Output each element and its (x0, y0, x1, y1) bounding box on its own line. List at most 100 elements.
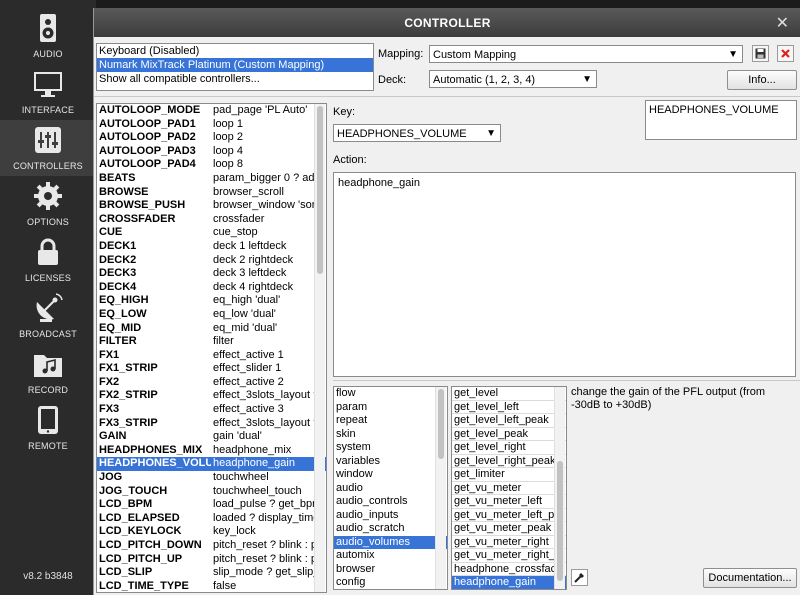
table-row[interactable]: EQ_LOW eq_low 'dual' (97, 308, 326, 322)
list-item[interactable]: param (334, 401, 447, 415)
table-row[interactable]: AUTOLOOP_PAD3 loop 4 (97, 145, 326, 159)
table-row[interactable]: BROWSE browser_scroll (97, 186, 326, 200)
list-item[interactable]: headphone_gain (452, 576, 566, 589)
table-row[interactable]: CUE cue_stop (97, 226, 326, 240)
close-icon[interactable]: ✕ (776, 13, 789, 33)
sidebar-item-options[interactable]: OPTIONS (0, 176, 96, 232)
info-button[interactable]: Info... (727, 70, 797, 90)
table-row[interactable]: DECK2 deck 2 rightdeck (97, 254, 326, 268)
list-item[interactable]: get_level (452, 387, 566, 401)
scrollbar-thumb[interactable] (557, 461, 563, 581)
table-row[interactable]: LCD_ELAPSED loaded ? display_time (97, 512, 326, 526)
sidebar-item-controllers[interactable]: CONTROLLERS (0, 120, 96, 176)
table-row[interactable]: AUTOLOOP_PAD2 loop 2 (97, 131, 326, 145)
table-row[interactable]: FILTER filter (97, 335, 326, 349)
list-item[interactable]: flow (334, 387, 447, 401)
table-row[interactable]: LCD_KEYLOCK key_lock (97, 525, 326, 539)
list-item[interactable]: audio_controls (334, 495, 447, 509)
list-item[interactable]: get_level_right_peak (452, 455, 566, 468)
key-select[interactable]: HEADPHONES_VOLUME ▼ (333, 124, 501, 142)
mapping-scrollbar[interactable] (314, 104, 325, 592)
sidebar-item-broadcast[interactable]: BROADCAST (0, 288, 96, 344)
table-row[interactable]: LCD_SLIP slip_mode ? get_slip_a (97, 566, 326, 580)
sidebar-item-record[interactable]: RECORD (0, 344, 96, 400)
list-item[interactable]: get_vu_meter_right_ (452, 549, 566, 563)
list-item[interactable]: get_vu_meter_left (452, 495, 566, 509)
table-row[interactable]: FX2 effect_active 2 (97, 376, 326, 390)
table-row[interactable]: DECK4 deck 4 rightdeck (97, 281, 326, 295)
table-row[interactable]: AUTOLOOP_PAD1 loop 1 (97, 118, 326, 132)
category-list[interactable]: flow param repeat skin system variables window… (333, 386, 448, 590)
table-row[interactable]: DECK1 deck 1 leftdeck (97, 240, 326, 254)
table-row[interactable]: BEATS param_bigger 0 ? adju (97, 172, 326, 186)
table-row[interactable]: EQ_HIGH eq_high 'dual' (97, 294, 326, 308)
sidebar-item-licenses[interactable]: LICENSES (0, 232, 96, 288)
mapping-action: filter (213, 335, 234, 348)
list-item[interactable]: get_limiter (452, 468, 566, 482)
table-row[interactable]: EQ_MID eq_mid 'dual' (97, 322, 326, 336)
controller-list[interactable]: Keyboard (Disabled) Numark MixTrack Plat… (96, 43, 374, 91)
list-item[interactable]: get_vu_meter_left_p (452, 509, 566, 522)
table-row[interactable]: HEADPHONES_VOLUMEheadphone_gain (97, 457, 326, 472)
scrollbar-thumb[interactable] (317, 106, 323, 274)
key-name-field[interactable]: HEADPHONES_VOLUME (645, 100, 797, 140)
sidebar-item-remote[interactable]: REMOTE (0, 400, 96, 456)
controller-item-mixtrack[interactable]: Numark MixTrack Platinum (Custom Mapping… (97, 58, 373, 72)
mapping-select[interactable]: Custom Mapping ▼ (429, 45, 743, 63)
documentation-button[interactable]: Documentation... (703, 568, 797, 588)
list-item[interactable]: variables (334, 455, 447, 469)
list-item[interactable]: skin (334, 428, 447, 442)
list-item[interactable]: audio (334, 482, 447, 496)
list-item[interactable]: repeat (334, 414, 447, 428)
list-item[interactable]: automix (334, 549, 447, 563)
table-row[interactable]: JOG touchwheel (97, 471, 326, 485)
table-row[interactable]: AUTOLOOP_PAD4 loop 8 (97, 158, 326, 172)
category-scrollbar[interactable] (435, 387, 446, 589)
sidebar-item-interface[interactable]: INTERFACE (0, 64, 96, 120)
list-item[interactable]: headphone_crossfac (452, 563, 566, 576)
table-row[interactable]: FX3_STRIP effect_3slots_layout ? (97, 417, 326, 431)
save-mapping-button[interactable] (752, 45, 769, 62)
table-row[interactable]: CROSSFADER crossfader (97, 213, 326, 227)
mapping-table[interactable]: AUTOLOOP_MODE pad_page 'PL Auto' AUTOLOOP_… (96, 103, 327, 593)
table-row[interactable]: LCD_PITCH_DOWN pitch_reset ? blink : pa (97, 539, 326, 553)
controller-item-keyboard[interactable]: Keyboard (Disabled) (97, 44, 373, 58)
table-row[interactable]: AUTOLOOP_MODE pad_page 'PL Auto' (97, 104, 326, 118)
table-row[interactable]: LCD_BPM load_pulse ? get_bpm (97, 498, 326, 512)
pick-action-button[interactable] (571, 569, 588, 586)
table-row[interactable]: FX1_STRIP effect_slider 1 (97, 362, 326, 376)
table-row[interactable]: LCD_PITCH_UP pitch_reset ? blink : pa (97, 553, 326, 567)
list-item[interactable]: window (334, 468, 447, 482)
table-row[interactable]: FX1 effect_active 1 (97, 349, 326, 363)
table-row[interactable]: LCD_TIME_TYPE false (97, 580, 326, 592)
scrollbar-thumb[interactable] (438, 389, 444, 459)
table-row[interactable]: FX2_STRIP effect_3slots_layout ? (97, 389, 326, 403)
list-item[interactable]: get_level_right (452, 441, 566, 455)
list-item[interactable]: system (334, 441, 447, 455)
list-item[interactable]: browser (334, 563, 447, 577)
table-row[interactable]: GAIN gain 'dual' (97, 430, 326, 444)
table-row[interactable]: DECK3 deck 3 leftdeck (97, 267, 326, 281)
table-row[interactable]: FX3 effect_active 3 (97, 403, 326, 417)
list-item[interactable]: config (334, 576, 447, 589)
verb-scrollbar[interactable] (554, 387, 565, 589)
list-item[interactable]: audio_volumes (334, 535, 447, 549)
list-item[interactable]: get_level_left_peak (452, 414, 566, 428)
table-row[interactable]: HEADPHONES_MIX headphone_mix (97, 444, 326, 458)
list-item[interactable]: get_level_peak (452, 428, 566, 441)
table-row[interactable]: JOG_TOUCH touchwheel_touch (97, 485, 326, 499)
delete-mapping-button[interactable] (777, 45, 794, 62)
sidebar-item-audio[interactable]: AUDIO (0, 8, 96, 64)
list-item[interactable]: get_vu_meter_peak (452, 522, 566, 536)
deck-select[interactable]: Automatic (1, 2, 3, 4) ▼ (429, 70, 597, 88)
list-item[interactable]: audio_inputs (334, 509, 447, 523)
action-editor[interactable]: headphone_gain (333, 172, 796, 377)
list-item[interactable]: get_vu_meter (452, 482, 566, 495)
mapping-key: DECK2 (99, 253, 137, 266)
show-all-controllers-item[interactable]: Show all compatible controllers... (97, 72, 373, 86)
list-item[interactable]: audio_scratch (334, 522, 447, 536)
table-row[interactable]: BROWSE_PUSH browser_window 'song (97, 199, 326, 213)
list-item[interactable]: get_level_left (452, 401, 566, 414)
verb-list[interactable]: get_level get_level_left get_level_left_pe… (451, 386, 567, 590)
list-item[interactable]: get_vu_meter_right (452, 536, 566, 549)
